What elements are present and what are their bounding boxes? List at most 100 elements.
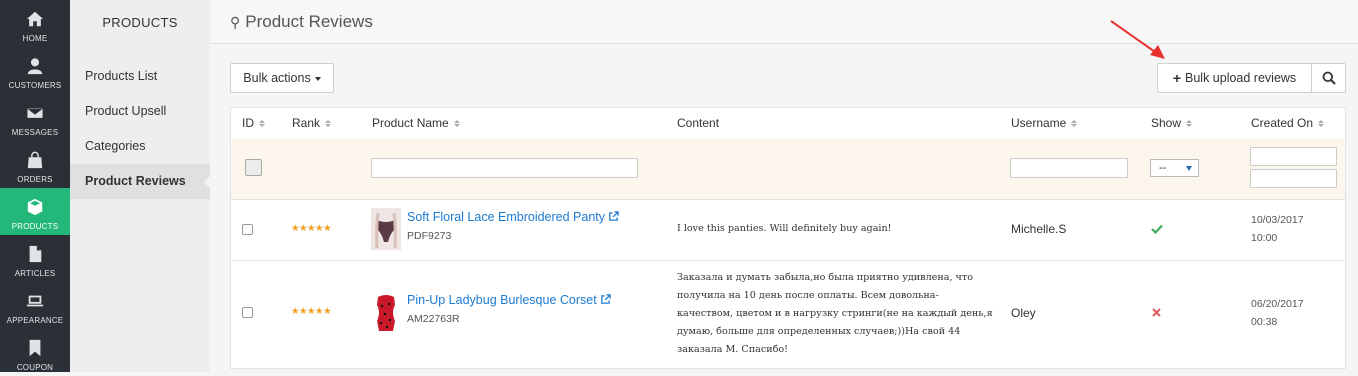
row-checkbox[interactable] — [242, 224, 253, 235]
created-date: 06/20/2017 — [1251, 298, 1304, 310]
page-title: Product Reviews — [245, 12, 373, 31]
subnav-categories[interactable]: Categories — [70, 129, 210, 164]
review-username: Oley — [1011, 306, 1036, 320]
search-button[interactable] — [1311, 63, 1346, 93]
file-icon — [24, 243, 46, 265]
nav-products-label: PRODUCTS — [11, 222, 59, 231]
bookmark-icon — [24, 337, 46, 359]
external-link-icon — [609, 211, 619, 221]
bulk-actions-label: Bulk actions — [243, 71, 311, 85]
show-filter-select[interactable]: -- — [1150, 159, 1199, 177]
home-icon — [24, 8, 46, 30]
nav-orders-label: ORDERS — [17, 175, 53, 184]
sort-icon — [453, 120, 460, 127]
column-header-username[interactable]: Username — [1011, 108, 1078, 139]
page-title-wrap: ⚲ Product Reviews — [230, 12, 373, 32]
nav-orders[interactable]: ORDERS — [0, 141, 70, 188]
bulk-actions-button[interactable]: Bulk actions — [230, 63, 334, 93]
nav-products[interactable]: PRODUCTS — [0, 188, 76, 235]
pushpin-icon: ⚲ — [230, 13, 241, 30]
laptop-icon — [24, 290, 46, 312]
select-all-checkbox[interactable] — [245, 159, 262, 176]
column-header-product-name-label: Product Name — [372, 116, 449, 130]
column-header-content: Content — [677, 108, 719, 139]
nav-coupon-label: COUPON — [16, 363, 54, 372]
bulk-upload-reviews-button[interactable]: + Bulk upload reviews — [1157, 63, 1312, 93]
shopping-bag-icon — [24, 149, 46, 171]
product-name-link[interactable]: Soft Floral Lace Embroidered Panty — [407, 210, 619, 224]
column-header-rank-label: Rank — [292, 116, 321, 130]
box-icon — [24, 196, 46, 218]
username-filter-input[interactable] — [1010, 158, 1128, 178]
column-header-rank[interactable]: Rank — [292, 108, 332, 139]
annotation-arrow-icon — [1110, 20, 1165, 59]
plus-icon: + — [1172, 70, 1181, 86]
product-name: Soft Floral Lace Embroidered Panty — [407, 210, 606, 224]
caret-down-icon — [1186, 166, 1192, 171]
sort-icon — [259, 120, 265, 127]
created-time: 10:00 — [1251, 232, 1278, 244]
sort-icon — [325, 120, 332, 127]
column-header-show-label: Show — [1151, 116, 1182, 130]
created-date: 10/03/2017 — [1251, 214, 1304, 226]
sort-icon — [1318, 120, 1325, 127]
nav-articles[interactable]: ARTICLES — [0, 235, 70, 282]
filter-row: -- — [231, 139, 1345, 199]
subnav-product-reviews[interactable]: Product Reviews — [70, 164, 210, 199]
review-username: Michelle.S — [1011, 222, 1067, 236]
show-filter-value: -- — [1159, 162, 1167, 174]
nav-messages-label: MESSAGES — [11, 128, 59, 137]
external-link-icon — [600, 294, 611, 304]
column-header-show[interactable]: Show — [1151, 108, 1193, 139]
nav-home[interactable]: HOME — [0, 0, 70, 47]
products-subnav: PRODUCTS Products List Product Upsell Ca… — [70, 0, 210, 372]
subnav-product-upsell[interactable]: Product Upsell — [70, 94, 210, 129]
user-icon — [24, 55, 46, 77]
nav-appearance-label: APPEARANCE — [6, 316, 64, 325]
check-icon — [1151, 224, 1163, 234]
column-header-created-on-label: Created On — [1251, 116, 1314, 130]
chevron-down-icon — [314, 77, 321, 81]
reviews-table: ID Rank Product Name Content Username Sh… — [230, 107, 1346, 369]
review-content: Заказала и думать забыла,но была приятно… — [677, 272, 993, 355]
subnav-title: PRODUCTS — [102, 15, 178, 30]
search-icon — [1322, 71, 1336, 85]
icon-sidebar: HOME CUSTOMERS MESSAGES ORDERS PRODUCTS … — [0, 0, 76, 372]
product-sku: AM22763R — [407, 313, 460, 325]
subnav-products-list[interactable]: Products List — [70, 59, 210, 94]
sort-icon — [1071, 120, 1078, 127]
created-to-input[interactable] — [1250, 169, 1337, 188]
page-header: ⚲ Product Reviews — [210, 0, 1358, 44]
rank-stars: ★★★★★ — [291, 223, 332, 234]
column-header-created-on[interactable]: Created On — [1251, 108, 1325, 139]
column-header-content-label: Content — [677, 116, 720, 130]
rank-stars: ★★★★★ — [291, 306, 332, 317]
envelope-icon — [24, 102, 46, 124]
divider — [231, 260, 1345, 261]
created-from-input[interactable] — [1250, 147, 1337, 166]
product-thumbnail[interactable] — [371, 291, 401, 333]
divider — [231, 199, 1345, 200]
bulk-upload-label: Bulk upload reviews — [1185, 71, 1297, 85]
nav-customers[interactable]: CUSTOMERS — [0, 47, 70, 94]
created-time: 00:38 — [1251, 316, 1278, 328]
nav-messages[interactable]: MESSAGES — [0, 94, 70, 141]
nav-coupon[interactable]: COUPON — [0, 329, 70, 376]
nav-home-label: HOME — [22, 34, 48, 43]
column-header-id[interactable]: ID — [242, 108, 265, 139]
column-header-product-name[interactable]: Product Name — [372, 108, 460, 139]
product-name-link[interactable]: Pin-Up Ladybug Burlesque Corset — [407, 293, 611, 307]
column-header-id-label: ID — [242, 116, 254, 130]
cross-icon — [1152, 308, 1161, 317]
product-name: Pin-Up Ladybug Burlesque Corset — [407, 293, 597, 307]
row-checkbox[interactable] — [242, 307, 253, 318]
product-name-filter-input[interactable] — [371, 158, 638, 178]
nav-appearance[interactable]: APPEARANCE — [0, 282, 70, 329]
nav-articles-label: ARTICLES — [14, 269, 56, 278]
column-header-username-label: Username — [1011, 116, 1067, 130]
sort-icon — [1186, 120, 1193, 127]
review-content: I love this panties. Will definitely buy… — [677, 223, 892, 234]
product-sku: PDF9273 — [407, 230, 452, 242]
product-thumbnail[interactable] — [371, 208, 401, 250]
nav-customers-label: CUSTOMERS — [8, 81, 62, 90]
